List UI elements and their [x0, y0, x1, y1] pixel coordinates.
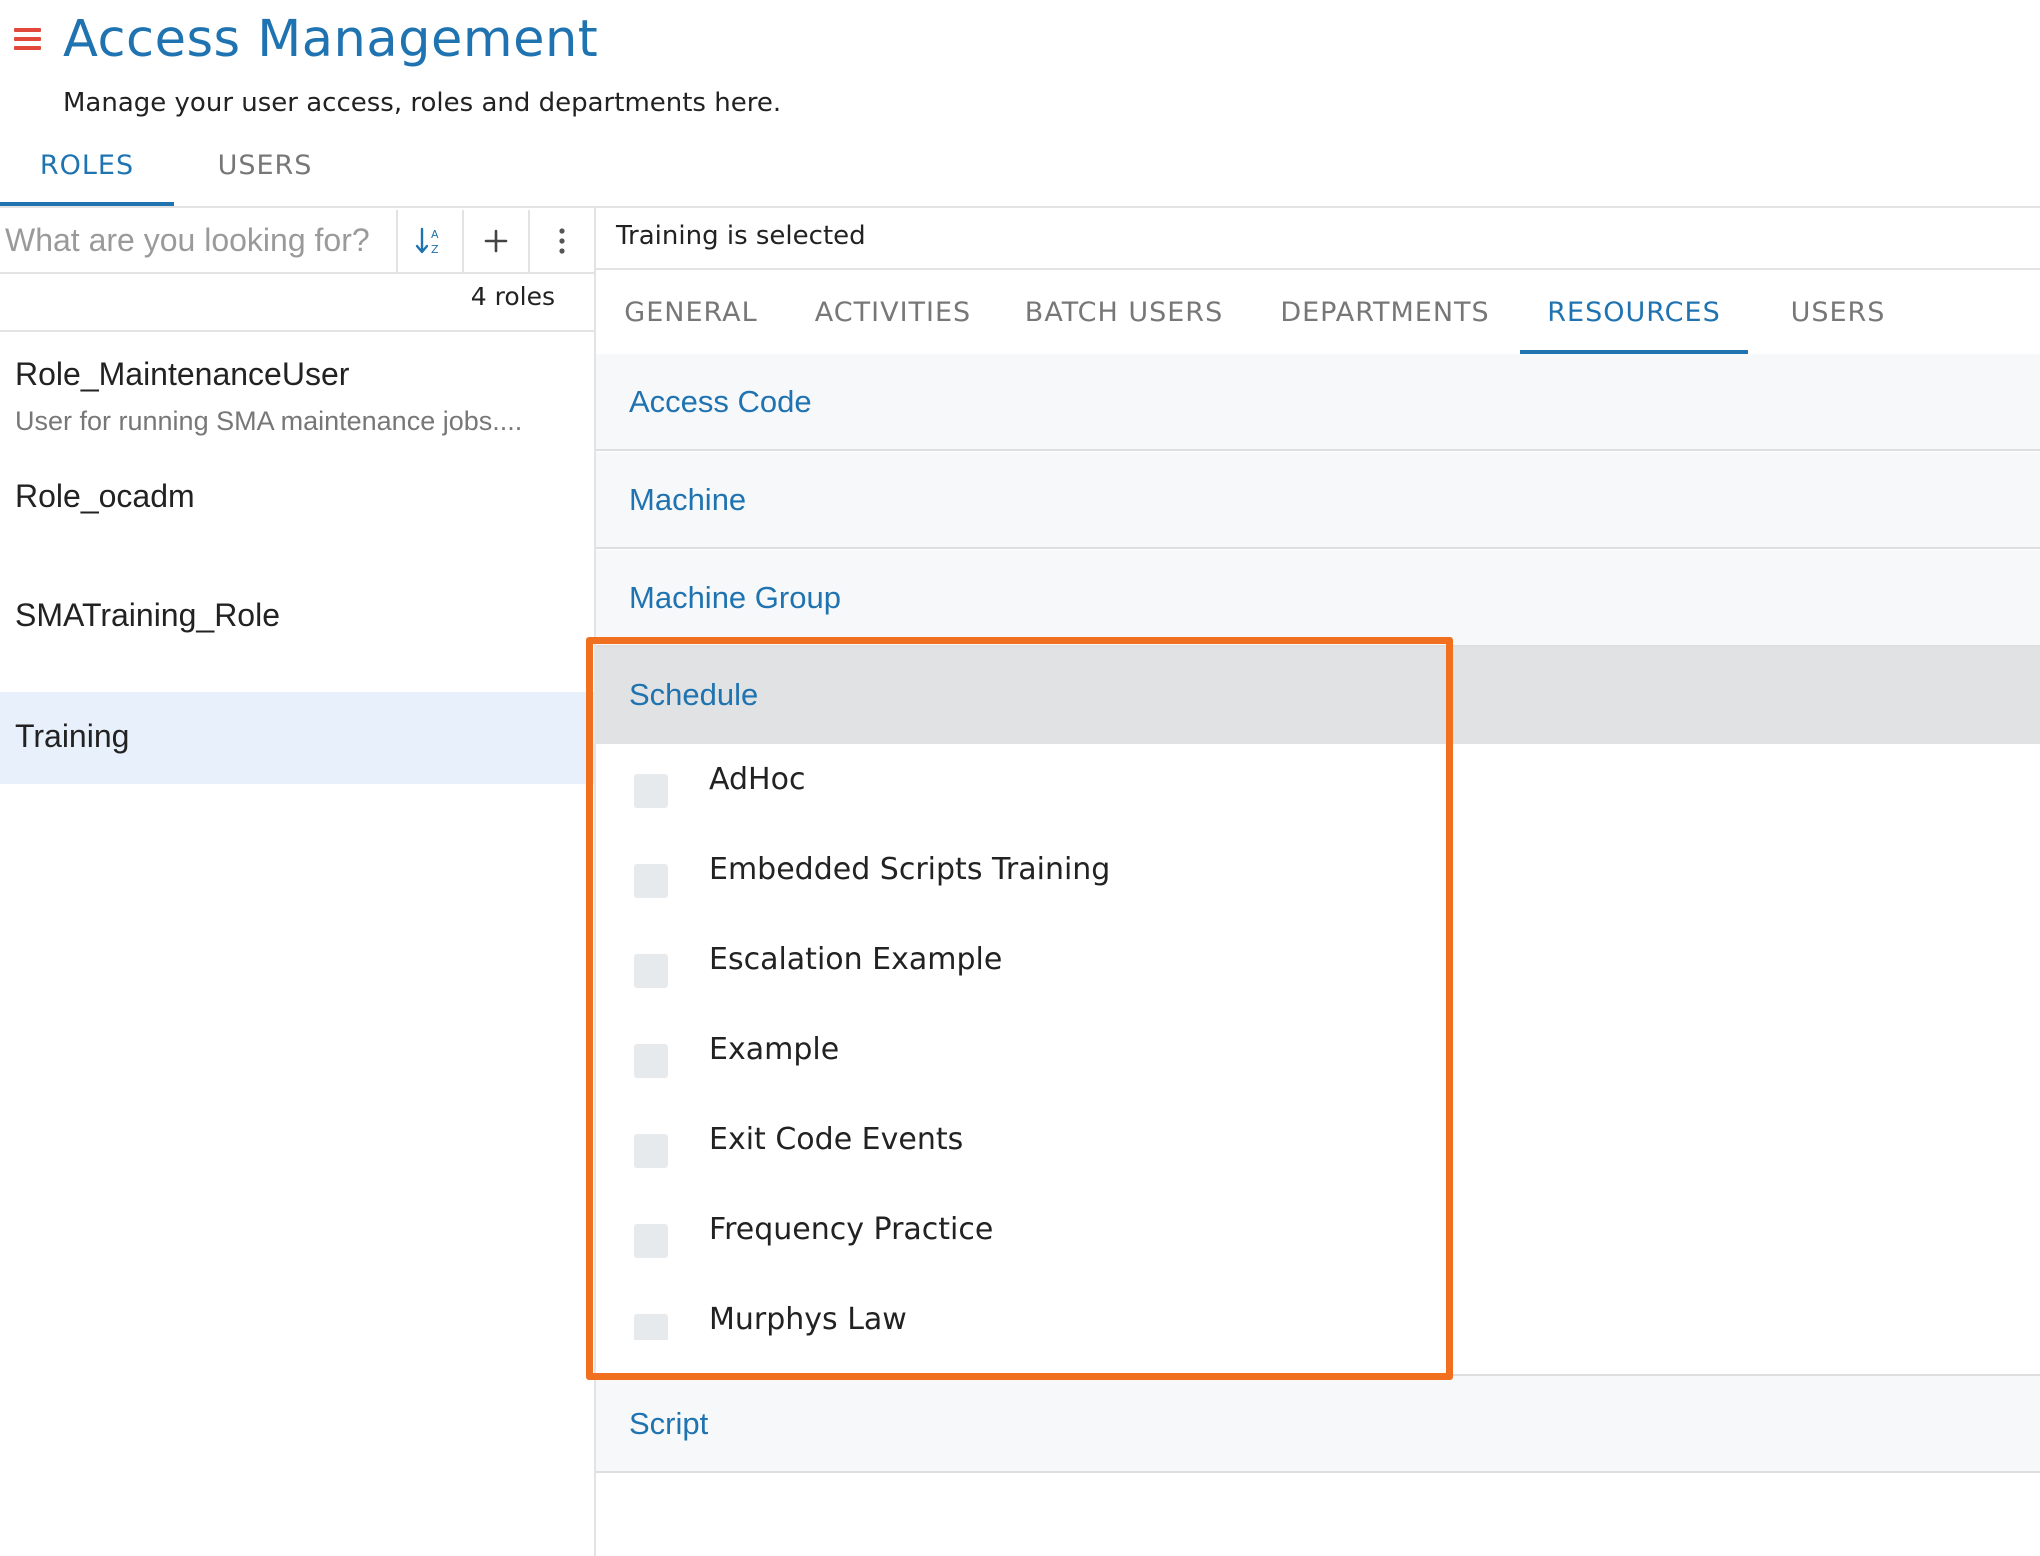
schedule-item-label: Escalation Example: [709, 942, 1003, 977]
tab-users[interactable]: USERS: [190, 148, 340, 206]
tab-activities[interactable]: ACTIVITIES: [808, 274, 978, 354]
resource-section-label: Script: [629, 1406, 709, 1441]
svg-text:Z: Z: [431, 243, 439, 256]
schedule-item[interactable]: Escalation Example: [596, 924, 1446, 1014]
role-name: Training: [15, 718, 130, 754]
schedule-item-label: Example: [709, 1032, 840, 1067]
schedule-item-label: Murphys Law: [709, 1302, 907, 1337]
schedule-checkbox[interactable]: [634, 1314, 668, 1340]
resource-section-label: Machine Group: [629, 580, 841, 615]
schedule-item[interactable]: AdHoc: [596, 744, 1446, 834]
selection-status: Training is selected: [616, 221, 866, 251]
role-item-maintenanceuser[interactable]: Role_MaintenanceUser User for running SM…: [0, 332, 594, 452]
tab-departments[interactable]: DEPARTMENTS: [1272, 274, 1498, 354]
schedule-item-label: AdHoc: [709, 762, 806, 797]
role-name: SMATraining_Role: [15, 597, 280, 633]
schedule-item-label: Exit Code Events: [709, 1122, 964, 1157]
schedule-item[interactable]: Example: [596, 1014, 1446, 1104]
schedule-checkbox[interactable]: [634, 864, 668, 898]
svg-text:A: A: [431, 228, 439, 241]
resource-section-machine[interactable]: Machine: [596, 452, 2040, 549]
tab-general[interactable]: GENERAL: [616, 274, 766, 354]
page-subtitle: Manage your user access, roles and depar…: [63, 88, 782, 118]
schedule-item-label: Frequency Practice: [709, 1212, 994, 1247]
resource-section-access-code[interactable]: Access Code: [596, 354, 2040, 451]
resource-section-label: Machine: [629, 482, 747, 517]
resource-section-machine-group[interactable]: Machine Group: [596, 550, 2040, 647]
role-item-smatraining-role[interactable]: SMATraining_Role: [0, 570, 594, 692]
status-divider: [596, 268, 2040, 270]
resource-section-schedule[interactable]: Schedule: [596, 647, 2040, 744]
tab-batch-users[interactable]: BATCH USERS: [1020, 274, 1228, 354]
tabs-divider: [0, 206, 2040, 208]
tab-roles[interactable]: ROLES: [0, 148, 174, 206]
schedule-checkbox[interactable]: [634, 1224, 668, 1258]
schedule-item[interactable]: Murphys Law: [596, 1284, 1446, 1340]
role-item-ocadm[interactable]: Role_ocadm: [0, 452, 594, 570]
schedule-checkbox[interactable]: [634, 954, 668, 988]
schedule-item[interactable]: Exit Code Events: [596, 1104, 1446, 1194]
role-name: Role_ocadm: [15, 478, 195, 514]
search-input[interactable]: [0, 212, 396, 268]
sort-button[interactable]: A Z: [396, 210, 462, 272]
role-description: User for running SMA maintenance jobs...…: [15, 406, 523, 436]
schedule-item[interactable]: Embedded Scripts Training: [596, 834, 1446, 924]
role-item-training[interactable]: Training: [0, 692, 594, 784]
roles-count: 4 roles: [470, 282, 555, 311]
schedule-checkbox[interactable]: [634, 1134, 668, 1168]
resource-section-label: Schedule: [629, 677, 759, 712]
schedule-item-label: Embedded Scripts Training: [709, 852, 1111, 887]
search-divider: [0, 272, 594, 274]
resource-section-script[interactable]: Script: [596, 1376, 2040, 1473]
add-role-button[interactable]: [462, 210, 528, 272]
role-name: Role_MaintenanceUser: [15, 356, 350, 392]
sort-az-icon: A Z: [415, 227, 439, 256]
plus-icon: [484, 229, 508, 253]
schedule-checkbox[interactable]: [634, 1044, 668, 1078]
schedule-list[interactable]: AdHoc Embedded Scripts Training Escalati…: [596, 744, 1446, 1340]
more-vertical-icon: [559, 228, 565, 254]
tab-users-detail[interactable]: USERS: [1778, 274, 1898, 354]
more-options-button[interactable]: [528, 210, 594, 272]
menu-icon[interactable]: [14, 28, 41, 51]
page-title: Access Management: [63, 10, 599, 69]
resource-section-label: Access Code: [629, 384, 812, 419]
tab-resources[interactable]: RESOURCES: [1520, 274, 1748, 354]
schedule-item[interactable]: Frequency Practice: [596, 1194, 1446, 1284]
schedule-checkbox[interactable]: [634, 774, 668, 808]
